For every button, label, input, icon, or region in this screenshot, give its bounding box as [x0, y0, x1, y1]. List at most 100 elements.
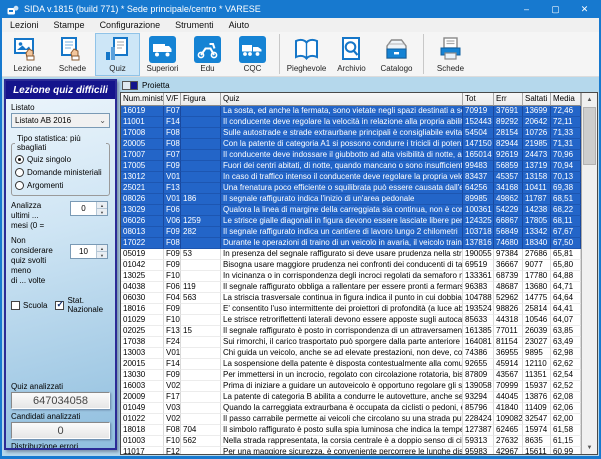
spinner-up-icon[interactable]: ▲ — [97, 202, 107, 209]
cell-tot: 190055 — [463, 249, 494, 260]
table-row[interactable]: 08026V01)186Il segnale raffigurato indic… — [121, 194, 581, 205]
table-row[interactable]: 17005F09)Fuori dei centri abitati, di no… — [121, 161, 581, 172]
table-row[interactable]: 11017F12)Per una maggiore sicurezza, è c… — [121, 447, 581, 454]
table-row[interactable]: 20015F14)La sospensione della patente è … — [121, 359, 581, 370]
cell-figura: 15 — [181, 326, 221, 337]
column-header-v-f[interactable]: V/F — [164, 93, 181, 106]
cell-vf: F06) — [164, 205, 181, 216]
spinner-input[interactable]: 10▲▼ — [70, 244, 108, 259]
cell-tot: 152443 — [463, 117, 494, 128]
toolbar-button-pieghevole[interactable]: Pieghevole — [284, 33, 329, 76]
cell-vf: F14) — [164, 359, 181, 370]
column-header-saltati[interactable]: Saltati — [523, 93, 551, 106]
column-header-quiz[interactable]: Quiz — [221, 93, 463, 106]
toolbar-button-catalogo[interactable]: Catalogo — [374, 33, 419, 76]
menu-item-aiuto[interactable]: Aiuto — [229, 20, 250, 30]
table-row[interactable]: 01049V03)Quando la carreggiata extraurba… — [121, 403, 581, 414]
table-row[interactable]: 16003V02)Prima di iniziare a guidare un … — [121, 381, 581, 392]
cell-media: 64,88 — [551, 271, 581, 282]
toolbar-button-schede[interactable]: Schede — [50, 33, 95, 76]
menu-item-stampe[interactable]: Stampe — [54, 20, 85, 30]
cell-tot: 59313 — [463, 436, 494, 447]
table-row[interactable]: 13030F09)Per immettersi in un incrocio, … — [121, 370, 581, 381]
spinner-down-icon[interactable]: ▼ — [97, 209, 107, 215]
maximize-icon[interactable]: ▢ — [541, 0, 570, 18]
table-row[interactable]: 01022V02)Il passo carrabile permette ai … — [121, 414, 581, 425]
cell-vf: F10) — [164, 315, 181, 326]
scroll-down-icon[interactable]: ▼ — [582, 441, 597, 454]
table-row[interactable]: 20009F17)La patente di categoria B abili… — [121, 392, 581, 403]
menu-item-strumenti[interactable]: Strumenti — [175, 20, 214, 30]
table-row[interactable]: 18018F08)704Il simbolo raffigurato è pos… — [121, 425, 581, 436]
table-row[interactable]: 02025F13)15Il segnale raffigurato è post… — [121, 326, 581, 337]
table-row[interactable]: 17008F08)Sulle autostrade e strade extra… — [121, 128, 581, 139]
cell-saltati: 25814 — [523, 304, 551, 315]
spinner-down-icon[interactable]: ▼ — [97, 252, 107, 258]
table-row[interactable]: 01003F10)562Nella strada rappresentata, … — [121, 436, 581, 447]
spinner-input[interactable]: 0▲▼ — [70, 201, 108, 216]
listato-select[interactable]: Listato AB 2016 ⌄ — [11, 113, 110, 128]
toolbar-button-cqc[interactable]: CQC — [230, 33, 275, 76]
table-row[interactable]: 01029F10)Le strisce retroriflettenti lat… — [121, 315, 581, 326]
menu-item-lezioni[interactable]: Lezioni — [10, 20, 39, 30]
table-row[interactable]: 04038F06)119Il segnale raffigurato obbli… — [121, 282, 581, 293]
column-header-err[interactable]: Err — [494, 93, 523, 106]
proietta-toggle-icon[interactable] — [122, 81, 138, 90]
toolbar-button-superiori[interactable]: Superiori — [140, 33, 185, 76]
radio-quiz-singolo[interactable]: Quiz singolo — [15, 153, 106, 166]
column-header-media[interactable]: Media — [551, 93, 581, 106]
scroll-up-icon[interactable]: ▲ — [582, 93, 597, 106]
table-row[interactable]: 20005F08)Con la patente di categoria A1 … — [121, 139, 581, 150]
cell-num-ministeriale: 20009 — [121, 392, 164, 403]
table-row[interactable]: 11001F14)Il conducente deve regolare la … — [121, 117, 581, 128]
column-header-tot[interactable]: Tot — [463, 93, 494, 106]
cell-saltati: 9895 — [523, 348, 551, 359]
table-row[interactable]: 17038F24)Sui rimorchi, il carico traspor… — [121, 337, 581, 348]
cell-saltati: 12110 — [523, 359, 551, 370]
vertical-scrollbar[interactable]: ▲ ▼ — [581, 93, 597, 454]
cell-num-ministeriale: 17005 — [121, 161, 164, 172]
radio-argomenti[interactable]: Argomenti — [15, 179, 106, 192]
toolbar-button-schede[interactable]: Schede — [428, 33, 473, 76]
close-icon[interactable]: ✕ — [570, 0, 599, 18]
scrollbar-thumb[interactable] — [583, 107, 596, 165]
column-header-figura[interactable]: Figura — [181, 93, 221, 106]
cell-quiz: Il segnale raffigurato è posto in corris… — [221, 326, 463, 337]
table-row[interactable]: 13025F10)In vicinanza o in corrispondenz… — [121, 271, 581, 282]
cell-tot: 165014 — [463, 150, 494, 161]
menu-item-configurazione[interactable]: Configurazione — [100, 20, 161, 30]
cell-figura — [181, 315, 221, 326]
table-row[interactable]: 05019F09)53In presenza del segnale raffi… — [121, 249, 581, 260]
checkbox-scuola[interactable]: Scuola — [11, 301, 47, 310]
toolbar-button-edu[interactable]: Edu — [185, 33, 230, 76]
cell-media: 61,15 — [551, 436, 581, 447]
table-row[interactable]: 17022F08)Durante le operazioni di traino… — [121, 238, 581, 249]
cell-num-ministeriale: 01049 — [121, 403, 164, 414]
table-row[interactable]: 13012V01)In caso di traffico intenso il … — [121, 172, 581, 183]
table-row[interactable]: 17007F07)Il conducente deve indossare il… — [121, 150, 581, 161]
minimize-icon[interactable]: – — [512, 0, 541, 18]
checkbox-stat-nazionale[interactable]: Stat. Nazionale — [55, 296, 110, 314]
spinner-up-icon[interactable]: ▲ — [97, 245, 107, 252]
table-row[interactable]: 25021F13)Una frenatura poco efficiente o… — [121, 183, 581, 194]
toolbar-button-quiz[interactable]: Quiz — [95, 33, 140, 76]
table-row[interactable]: 13029F06)Qualora la linea di margine del… — [121, 205, 581, 216]
column-header-num-ministe[interactable]: Num.ministe — [121, 93, 164, 106]
cell-vf: V01) — [164, 172, 181, 183]
toolbar-button-lezione[interactable]: Lezione — [5, 33, 50, 76]
toolbar-button-archivio[interactable]: Archivio — [329, 33, 374, 76]
table-row[interactable]: 06030F04)563La striscia trasversale cont… — [121, 293, 581, 304]
table-row[interactable]: 01042F09)Bisogna usare maggiore prudenza… — [121, 260, 581, 271]
table-row[interactable]: 08013F09)282Il segnale raffigurato indic… — [121, 227, 581, 238]
truck-icon — [149, 36, 176, 63]
radio-domande-ministeriali[interactable]: Domande ministeriali — [15, 166, 106, 179]
cell-vf: F09) — [164, 161, 181, 172]
cell-quiz: Le strisce gialle diagonali in figura de… — [221, 216, 463, 227]
table-row[interactable]: 13003V01)Chi guida un veicolo, anche se … — [121, 348, 581, 359]
table-row[interactable]: 18016F09)E' consentito l'uso intermitten… — [121, 304, 581, 315]
table-row[interactable]: 06026V06)1259Le strisce gialle diagonali… — [121, 216, 581, 227]
scrollbar-track[interactable] — [582, 106, 597, 441]
cell-figura: 53 — [181, 249, 221, 260]
cell-media: 63,85 — [551, 326, 581, 337]
table-row[interactable]: 16019F07)La sosta, ed anche la fermata, … — [121, 106, 581, 117]
